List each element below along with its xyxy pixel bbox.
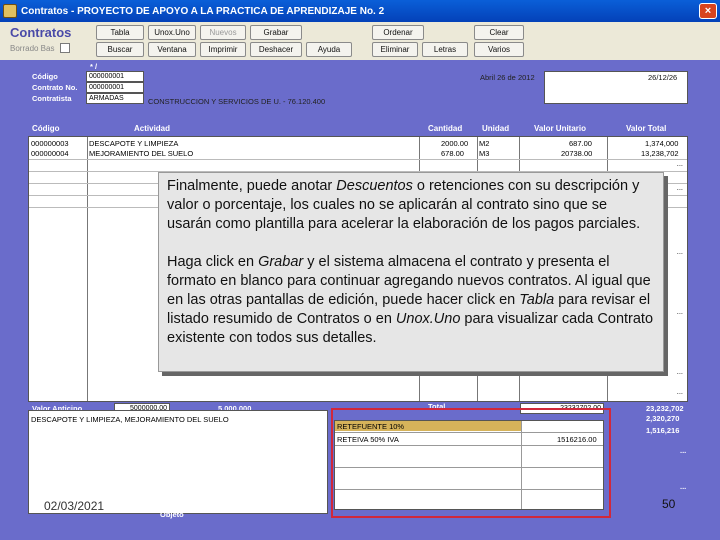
col-valor-unitario: Valor Unitario: [534, 124, 587, 133]
ellipsis: ...: [676, 307, 683, 316]
row1-total: 1,374,000: [645, 139, 679, 148]
row2-actividad: MEJORAMIENTO DEL SUELO: [89, 149, 194, 158]
footer-date: 02/03/2021: [44, 499, 105, 513]
amortizado-label: Amortizado: [548, 83, 590, 92]
explanation-box: Finalmente, puede anotar Descuentos o re…: [158, 172, 664, 372]
letras-button[interactable]: Letras: [422, 42, 468, 57]
checkbox-label: Borrado Bas: [10, 43, 55, 53]
nuevos-button[interactable]: Nuevos: [200, 25, 246, 40]
row2-unitario: 20738.00: [561, 149, 593, 158]
form-heading: Contratos: [10, 25, 72, 40]
col-actividad: Actividad: [134, 124, 171, 133]
title-bar: Contratos - PROYECTO DE APOYO A LA PRACT…: [0, 0, 720, 22]
row1-cantidad: 2000.00: [441, 139, 469, 148]
contratista-label: Contratista: [32, 94, 72, 103]
contratista-field[interactable]: ARMADAS: [86, 93, 144, 104]
row1-unidad: M2: [479, 139, 490, 148]
ordenar-button[interactable]: Ordenar: [372, 25, 424, 40]
unoxuno-button[interactable]: Unox.Uno: [148, 25, 196, 40]
codigo-label: Código: [32, 72, 58, 81]
app-icon: [3, 4, 17, 18]
paragraph-2: Haga click en Grabar y el sistema almace…: [167, 254, 654, 346]
toolbar: Contratos Borrado Bas Tabla Unox.Uno Nue…: [0, 22, 720, 60]
total-right: 23,232,702: [646, 404, 684, 413]
tabla-button[interactable]: Tabla: [96, 25, 144, 40]
ayuda-button[interactable]: Ayuda: [306, 42, 352, 57]
ellipsis: ...: [680, 446, 687, 455]
contrato-field[interactable]: 000000001: [86, 82, 144, 93]
right-total-2: 1,516,216: [646, 426, 680, 435]
row2-total: 13,238,702: [641, 149, 679, 158]
ellipsis: ...: [680, 482, 687, 491]
fecha-label: Fecha: [548, 72, 570, 81]
clear-button[interactable]: Clear: [474, 25, 524, 40]
page-number: 50: [662, 497, 676, 511]
date-text: Abril 26 de 2012: [480, 73, 535, 82]
row1-unitario: 687.00: [569, 139, 592, 148]
pagado-label: Pagado: [548, 94, 576, 103]
fecha-value: 26/12/26: [648, 73, 678, 82]
borrado-checkbox[interactable]: [60, 43, 71, 53]
row2-codigo: 000000004: [31, 149, 69, 158]
col-cantidad: Cantidad: [428, 124, 463, 133]
close-button[interactable]: ×: [699, 3, 717, 19]
ellipsis: ...: [676, 159, 683, 168]
deshacer-button[interactable]: Deshacer: [250, 42, 302, 57]
col-valor-total: Valor Total: [626, 124, 667, 133]
window-title: Contratos - PROYECTO DE APOYO A LA PRACT…: [21, 5, 385, 17]
grabar-button[interactable]: Grabar: [250, 25, 302, 40]
ellipsis: ...: [676, 367, 683, 376]
ellipsis: ...: [676, 247, 683, 256]
objeto-label: Objeto: [160, 510, 184, 519]
top-mark: * /: [90, 62, 98, 71]
right-total-1: 2,320,270: [646, 414, 680, 423]
row1-codigo: 000000003: [31, 139, 69, 148]
buscar-button[interactable]: Buscar: [96, 42, 144, 57]
col-codigo: Código: [32, 124, 60, 133]
row2-unidad: M3: [479, 149, 490, 158]
row2-cantidad: 678.00: [441, 149, 464, 158]
row1-actividad: DESCAPOTE Y LIMPIEZA: [89, 139, 179, 148]
highlight-rectangle: [331, 408, 611, 518]
col-unidad: Unidad: [482, 124, 510, 133]
ellipsis: ...: [676, 183, 683, 192]
contrato-label: Contrato No.: [32, 83, 78, 92]
varios-button[interactable]: Varios: [474, 42, 524, 57]
imprimir-button[interactable]: Imprimir: [200, 42, 246, 57]
ventana-button[interactable]: Ventana: [148, 42, 196, 57]
eliminar-button[interactable]: Eliminar: [372, 42, 418, 57]
codigo-field[interactable]: 000000001: [86, 71, 144, 82]
paragraph-1: Finalmente, puede anotar Descuentos o re…: [167, 178, 641, 232]
descripcion-text: DESCAPOTE Y LIMPIEZA, MEJORAMIENTO DEL S…: [31, 415, 229, 424]
ellipsis: ...: [676, 387, 683, 396]
contratista-name: CONSTRUCCION Y SERVICIOS DE U. - 76.120.…: [148, 97, 326, 106]
borrado-checkbox-row: Borrado Bas: [10, 43, 71, 53]
